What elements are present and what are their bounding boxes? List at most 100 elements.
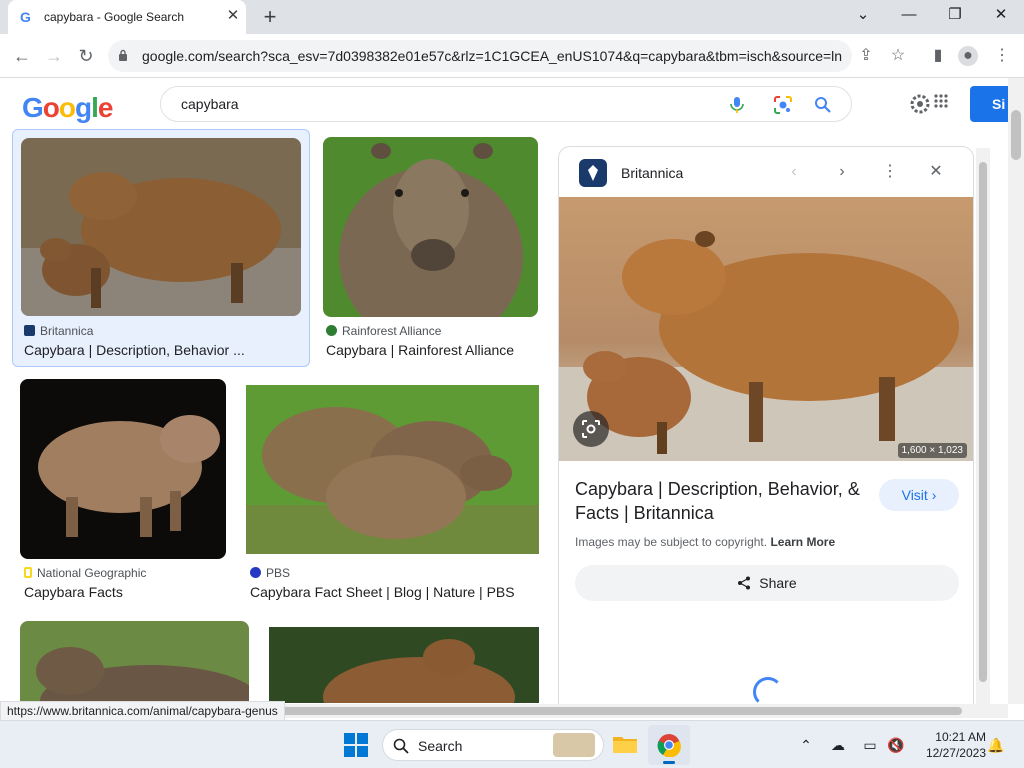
page-scrollbar[interactable] (1008, 78, 1024, 704)
result-source: Britannica (24, 324, 93, 338)
panel-scrollbar[interactable] (976, 148, 990, 704)
google-header: Google capybara Si (0, 78, 1010, 130)
panel-scroll-thumb[interactable] (979, 162, 987, 682)
result-image[interactable] (20, 621, 249, 703)
result-image[interactable] (21, 138, 301, 316)
image-result-britannica[interactable]: Britannica Capybara | Description, Behav… (12, 129, 310, 367)
image-preview-panel: Britannica ‹ › ⋮ ✕ 1,600 × 1,023 Capybar… (558, 146, 974, 706)
result-caption[interactable]: Capybara | Description, Behavior ... (24, 342, 304, 358)
tab-title: capybara - Google Search (44, 10, 185, 24)
result-source: PBS (250, 566, 290, 580)
search-highlight-icon (553, 733, 595, 757)
lock-icon (119, 49, 127, 61)
windows-taskbar: Search ⌃ ☁ ▭ 🔇 10:21 AM 12/27/2023 🔔 (0, 720, 1024, 768)
copyright-notice: Images may be subject to copyright. Lear… (575, 535, 835, 549)
result-image[interactable] (246, 385, 539, 554)
volume-muted-icon[interactable]: 🔇 (886, 735, 906, 755)
britannica-favicon-icon (24, 325, 35, 336)
settings-gear-icon[interactable] (908, 92, 932, 116)
page-scroll-thumb[interactable] (1011, 110, 1021, 160)
learn-more-link[interactable]: Learn More (770, 535, 835, 549)
browser-menu-icon[interactable]: ⋮ (992, 46, 1012, 66)
next-result-chevron-icon[interactable]: › (831, 161, 853, 183)
file-explorer-icon[interactable] (612, 733, 638, 755)
result-image[interactable] (323, 137, 538, 317)
share-page-icon[interactable]: ⇪ (856, 46, 876, 66)
maximize-button[interactable]: ❐ (941, 4, 969, 26)
visit-label: Visit (901, 487, 928, 503)
result-source: Rainforest Alliance (326, 324, 441, 338)
taskbar-search-label: Search (418, 738, 463, 754)
image-result-partial[interactable] (20, 621, 249, 703)
onedrive-offline-icon[interactable]: ☁ (828, 735, 848, 755)
window-close-button[interactable]: ✕ (987, 4, 1015, 26)
voice-search-mic-icon[interactable] (727, 95, 747, 115)
search-icon (393, 738, 409, 754)
status-bar-url: https://www.britannica.com/animal/capyba… (0, 701, 285, 721)
taskbar-search-box[interactable]: Search (382, 729, 604, 761)
share-icon (738, 576, 751, 590)
back-arrow-icon[interactable]: ← (10, 44, 34, 68)
previous-result-chevron-icon[interactable]: ‹ (783, 161, 805, 183)
forward-arrow-icon[interactable]: → (42, 44, 66, 68)
share-label: Share (759, 575, 797, 591)
image-dimensions: 1,600 × 1,023 (897, 443, 967, 458)
notification-bell-icon[interactable]: 🔔 (986, 735, 1006, 755)
more-options-icon[interactable]: ⋮ (879, 161, 901, 183)
frog-leaf-icon (326, 325, 337, 336)
search-icon[interactable] (813, 95, 833, 115)
active-app-indicator (663, 761, 675, 764)
result-image[interactable] (269, 627, 539, 703)
panel-title[interactable]: Capybara | Description, Behavior, & Fact… (575, 477, 875, 525)
search-query[interactable]: capybara (181, 96, 239, 112)
britannica-logo-icon (579, 159, 607, 187)
taskbar-clock[interactable]: 10:21 AM 12/27/2023 (916, 729, 986, 761)
tab-search-chevron-icon[interactable]: ⌄ (849, 4, 877, 26)
google-favicon-icon: G (20, 9, 31, 25)
close-panel-icon[interactable]: ✕ (925, 161, 947, 183)
sign-in-button[interactable]: Si (970, 86, 1010, 122)
clock-date: 12/27/2023 (925, 746, 986, 760)
image-result-pbs[interactable]: PBS Capybara Fact Sheet | Blog | Nature … (246, 385, 539, 601)
minimize-button[interactable]: — (895, 4, 923, 26)
tab-capybara-search[interactable]: G capybara - Google Search ✕ (8, 0, 246, 34)
search-box[interactable]: capybara (160, 86, 852, 122)
tab-strip: G capybara - Google Search ✕ + ⌄ — ❐ ✕ (0, 0, 1024, 34)
network-icon[interactable]: ▭ (860, 735, 880, 755)
loading-spinner-icon (753, 677, 783, 705)
google-apps-grid-icon[interactable] (934, 94, 948, 108)
google-lens-icon[interactable] (773, 95, 793, 115)
google-logo[interactable]: Google (22, 92, 113, 124)
result-source: National Geographic (24, 566, 146, 580)
side-panel-icon[interactable]: ▮ (928, 46, 948, 66)
natgeo-yellow-frame-icon (24, 567, 32, 578)
bookmark-star-icon[interactable]: ☆ (888, 46, 908, 66)
clock-time: 10:21 AM (935, 730, 986, 744)
chrome-taskbar-button[interactable] (648, 725, 690, 765)
preview-image[interactable] (559, 197, 973, 461)
chevron-right-icon: › (931, 487, 937, 503)
tab-close-icon[interactable]: ✕ (224, 7, 242, 25)
reload-icon[interactable]: ↻ (74, 44, 98, 68)
result-caption[interactable]: Capybara Facts (24, 584, 224, 600)
copyright-text: Images may be subject to copyright. (575, 535, 768, 549)
result-caption[interactable]: Capybara Fact Sheet | Blog | Nature | PB… (250, 584, 540, 600)
image-result-national-geographic[interactable]: National Geographic Capybara Facts (20, 379, 226, 601)
address-bar[interactable]: google.com/search?sca_esv=7d0398382e01e5… (108, 40, 852, 72)
panel-source-name[interactable]: Britannica (621, 165, 683, 181)
visit-button[interactable]: Visit › (879, 479, 959, 511)
windows-start-icon[interactable] (344, 733, 368, 757)
visual-search-lens-icon[interactable] (573, 411, 609, 447)
profile-avatar-icon[interactable]: ● (958, 46, 978, 66)
pbs-logo-icon (250, 567, 261, 578)
browser-toolbar: ← → ↻ google.com/search?sca_esv=7d039838… (0, 34, 1024, 78)
image-result-rainforest-alliance[interactable]: Rainforest Alliance Capybara | Rainfores… (323, 137, 539, 367)
url-text: google.com/search?sca_esv=7d0398382e01e5… (142, 48, 842, 64)
chrome-icon (657, 734, 681, 757)
result-image[interactable] (20, 379, 226, 559)
new-tab-button[interactable]: + (258, 5, 282, 29)
show-hidden-icons-chevron-icon[interactable]: ⌃ (796, 735, 816, 755)
image-result-partial[interactable] (269, 627, 539, 703)
result-caption[interactable]: Capybara | Rainforest Alliance (326, 342, 538, 358)
share-button[interactable]: Share (575, 565, 959, 601)
